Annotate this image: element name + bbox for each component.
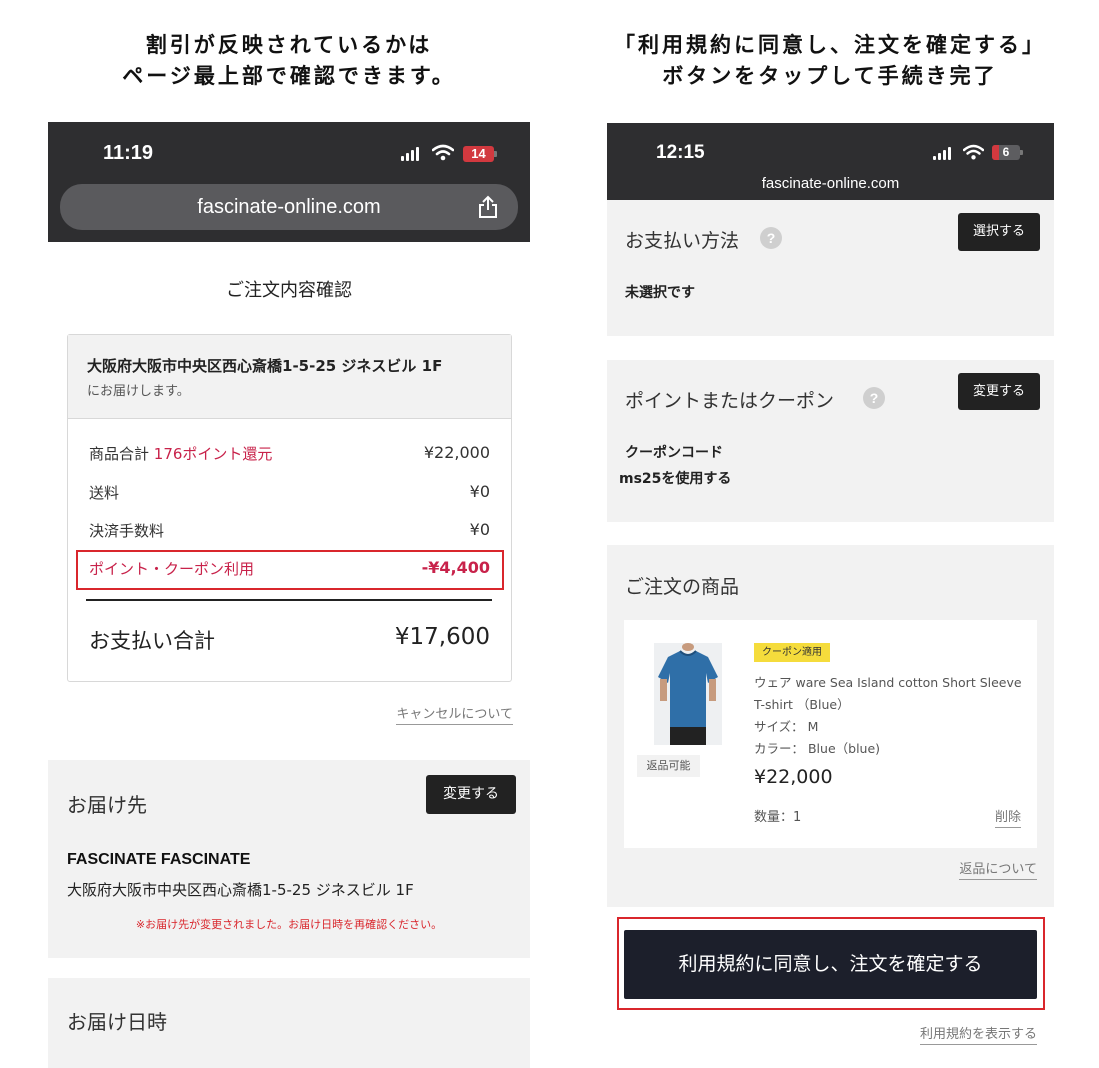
status-time: 12:15 [656,142,705,163]
coupon-code-label: クーポンコード [625,445,723,461]
order-items-heading: ご注文の商品 [625,576,740,598]
subtotal-row: 商品合計 176ポイント還元 [89,443,272,464]
page-title: ご注文内容確認 [226,280,352,301]
payment-heading: お支払い方法 [625,230,740,252]
share-icon[interactable] [478,195,498,219]
right-caption-line1: 「利用規約に同意し、注文を確定する」 [614,33,1046,57]
wifi-icon [963,144,984,160]
confirm-order-button[interactable]: 利用規約に同意し、注文を確定する [624,930,1037,999]
help-icon[interactable]: ? [760,227,782,249]
discount-label: ポイント・クーポン利用 [89,560,255,578]
coupon-code-value: ms25を使用する [619,471,732,487]
delivery-time-heading: お届け日時 [67,1010,167,1034]
product-color: カラー： Blue（blue) [754,741,881,756]
url-text[interactable]: fascinate-online.com [607,175,1054,192]
tshirt-product-image[interactable] [654,643,722,745]
battery-icon: 6 [992,145,1020,160]
product-name-line1[interactable]: ウェア ware Sea Island cotton Short Sleeve [754,672,1022,691]
total-value: ¥17,600 [394,624,490,650]
payment-value: 未選択です [625,285,695,301]
product-quantity: 数量：1 [754,810,802,825]
summary-address: 大阪府大阪市中央区西心斎橋1-5-25 ジネスビル 1F [87,357,443,375]
right-phone-screen: 12:15 6 fascinate-online.com お支払い方法 ? 選択… [607,123,1054,1068]
points-return: 176ポイント還元 [153,445,273,463]
wifi-icon [432,144,454,161]
address-bar[interactable]: fascinate-online.com [60,184,518,230]
url-text: fascinate-online.com [197,196,381,218]
summary-address-note: にお届けします。 [87,384,190,399]
battery-level [992,145,999,160]
return-policy-link[interactable]: 返品について [959,858,1037,880]
delivery-heading: お届け先 [67,793,147,817]
product-price: ¥22,000 [754,766,833,788]
right-caption: 「利用規約に同意し、注文を確定する」 ボタンをタップして手続き完了 [585,30,1075,92]
address-strip [68,335,511,419]
total-label: お支払い合計 [89,629,215,653]
delete-item-link[interactable]: 削除 [995,806,1022,828]
shipping-label: 送料 [89,484,120,502]
left-caption: 割引が反映されているかは ページ最上部で確認できます。 [48,30,530,92]
delivery-address: 大阪府大阪市中央区西心斎橋1-5-25 ジネスビル 1F [67,881,414,899]
left-caption-line1: 割引が反映されているかは [145,33,433,57]
left-caption-line2: ページ最上部で確認できます。 [122,64,456,88]
right-caption-line2: ボタンをタップして手続き完了 [662,64,998,88]
fee-value: ¥0 [469,520,490,539]
change-delivery-button[interactable]: 変更する [426,775,516,814]
battery-value: 6 [1002,145,1010,159]
fee-label: 決済手数料 [89,522,165,540]
status-time: 11:19 [103,142,154,164]
signal-icon [933,147,951,160]
left-phone-screen: 11:19 14 fascinate-online.com ご注文内容確認 大阪… [48,122,530,1068]
battery-icon: 14 [463,146,494,162]
terms-link[interactable]: 利用規約を表示する [919,1023,1037,1045]
total-divider [86,599,492,601]
battery-tip [494,151,497,157]
help-icon[interactable]: ? [863,387,885,409]
recipient-name: FASCINATE FASCINATE [67,851,251,868]
discount-value: -¥4,400 [421,558,490,577]
signal-icon [401,147,419,161]
product-size: サイズ： M [754,719,819,734]
delivery-warning: ※お届け先が変更されました。お届け日時を再確認ください。 [135,918,443,931]
coupon-applied-badge: クーポン適用 [754,643,830,662]
subtotal-label: 商品合計 [89,445,150,463]
change-coupon-button[interactable]: 変更する [958,373,1040,410]
product-name-line2[interactable]: T-shirt （Blue） [754,694,850,713]
battery-tip [1020,150,1023,155]
subtotal-value: ¥22,000 [423,443,490,462]
shipping-value: ¥0 [469,482,490,501]
select-payment-button[interactable]: 選択する [958,213,1040,251]
coupon-heading: ポイントまたはクーポン [625,390,835,412]
cancel-policy-link[interactable]: キャンセルについて [396,703,513,725]
returnable-tag: 返品可能 [637,755,700,777]
